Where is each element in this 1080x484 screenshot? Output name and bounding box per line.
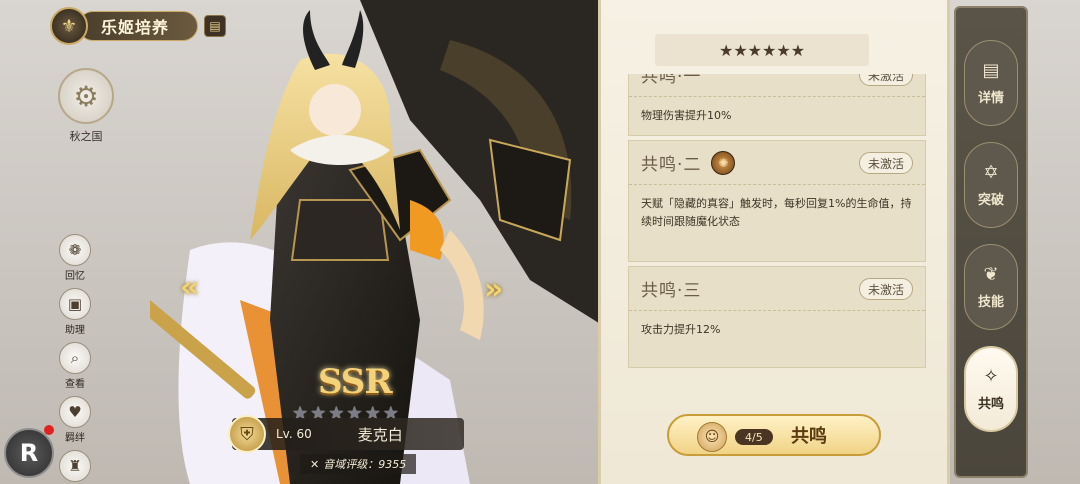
resonance-title: 共鸣·一 bbox=[641, 74, 702, 87]
right-nav: ▤ 详情 ✡ 突破 ❦ 技能 ✧ 共鸣 bbox=[954, 6, 1028, 478]
side-item-bond[interactable]: ♥ 羁绊 bbox=[55, 396, 95, 446]
nation-label: 秋之国 bbox=[69, 130, 103, 143]
tab-detail[interactable]: ▤ 详情 bbox=[964, 40, 1018, 126]
view-icon: ⌕ bbox=[59, 342, 91, 374]
resonance-title: 共鸣·二 bbox=[641, 155, 702, 175]
status-badge: 未激活 bbox=[858, 152, 913, 174]
resonance-panel: ★★★★★★ 共鸣·一 未激活 物理伤害提升10% 共鸣·二 ✺ 未激活 天赋「… bbox=[598, 0, 950, 484]
r-floating-button[interactable]: R bbox=[4, 428, 54, 478]
range-rating: ✕ 音域评级：9355 bbox=[300, 454, 417, 474]
bond-icon: ♥ bbox=[59, 396, 91, 428]
side-menu: ❁ 回忆 ▣ 助理 ⌕ 查看 ♥ 羁绊 ♜ 衣橱 bbox=[55, 234, 95, 484]
resonance-card-2: 共鸣·二 ✺ 未激活 天赋「隐藏的真容」触发时，每秒回复1%的生命值，持续时间跟… bbox=[628, 140, 926, 262]
detail-icon: ▤ bbox=[982, 60, 1000, 81]
rarity-label: SSR bbox=[318, 362, 393, 402]
gear-emblem-icon: ⚙ bbox=[58, 68, 114, 124]
prev-character-arrow-icon[interactable]: « bbox=[180, 270, 210, 305]
resonance-card-3: 共鸣·三 未激活 攻击力提升12% bbox=[628, 266, 926, 368]
resonance-desc: 天赋「隐藏的真容」触发时，每秒回复1%的生命值，持续时间跟随魔化状态 bbox=[641, 197, 912, 228]
emblem-icon: ⚜ bbox=[60, 15, 78, 37]
character-level: Lv. 60 bbox=[276, 427, 312, 441]
avatar: ☺ bbox=[697, 422, 727, 452]
memory-icon: ❁ bbox=[59, 234, 91, 266]
resonance-card-1: 共鸣·一 未激活 物理伤害提升10% bbox=[628, 74, 926, 136]
assistant-icon: ▣ bbox=[59, 288, 91, 320]
resonance-list[interactable]: 共鸣·一 未激活 物理伤害提升10% 共鸣·二 ✺ 未激活 天赋「隐藏的真容」触… bbox=[628, 74, 926, 396]
status-badge: 未激活 bbox=[858, 278, 913, 300]
resonance-title: 共鸣·三 bbox=[641, 281, 702, 301]
talent-medal-icon[interactable]: ✺ bbox=[711, 150, 736, 175]
wardrobe-icon: ♜ bbox=[59, 450, 91, 482]
skill-icon: ❦ bbox=[983, 264, 999, 285]
cross-swords-icon: ✕ bbox=[310, 457, 320, 471]
resonance-desc: 物理伤害提升10% bbox=[641, 109, 732, 122]
side-item-view[interactable]: ⌕ 查看 bbox=[55, 342, 95, 392]
character-name: 麦克白 bbox=[357, 425, 403, 444]
character-nameplate: ⛨ Lv. 60 麦克白 bbox=[228, 415, 464, 453]
resonance-button[interactable]: ☺ 4/5 共鸣 bbox=[667, 414, 881, 456]
tab-skill[interactable]: ❦ 技能 bbox=[964, 244, 1018, 330]
shield-icon: ⛨ bbox=[228, 415, 266, 453]
resonance-stars: ★★★★★★ bbox=[655, 34, 869, 66]
tab-breakthrough[interactable]: ✡ 突破 bbox=[964, 142, 1018, 228]
nation-badge[interactable]: ⚙ 秋之国 bbox=[58, 68, 114, 144]
resonance-count: 4/5 bbox=[735, 429, 773, 445]
side-item-wardrobe[interactable]: ♜ 衣橱 bbox=[55, 450, 95, 484]
resonance-button-label: 共鸣 bbox=[791, 426, 827, 447]
next-character-arrow-icon[interactable]: » bbox=[484, 272, 514, 307]
breakthrough-icon: ✡ bbox=[983, 162, 999, 183]
side-item-assistant[interactable]: ▣ 助理 bbox=[55, 288, 95, 338]
notification-dot bbox=[44, 425, 54, 435]
back-button[interactable]: ⚜ bbox=[50, 7, 88, 45]
resonance-icon: ✧ bbox=[983, 366, 999, 387]
side-item-memory[interactable]: ❁ 回忆 bbox=[55, 234, 95, 284]
tab-resonance[interactable]: ✧ 共鸣 bbox=[964, 346, 1018, 432]
status-badge: 未激活 bbox=[858, 74, 913, 86]
resonance-desc: 攻击力提升12% bbox=[641, 323, 721, 336]
